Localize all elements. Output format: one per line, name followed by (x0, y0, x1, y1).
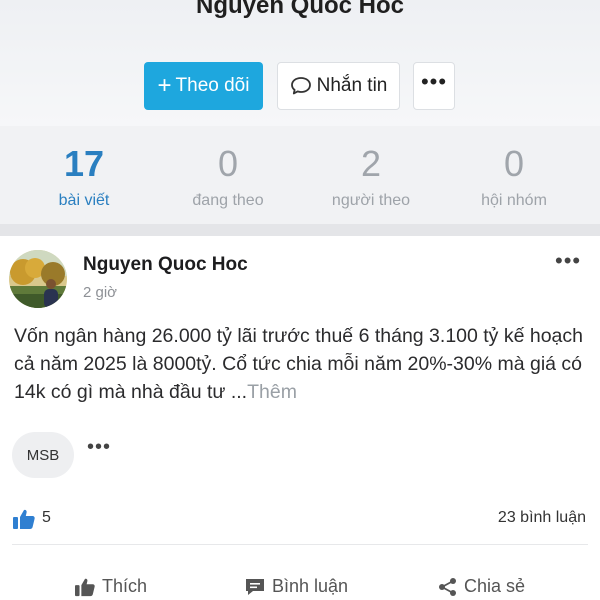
message-label: Nhắn tin (316, 75, 388, 96)
follow-button[interactable]: + Theo dõi (144, 62, 263, 110)
follow-label: Theo dõi (175, 75, 250, 96)
read-more-link[interactable]: Thêm (247, 381, 297, 403)
post-action-bar: Thích Bình luận Chia sẻ (0, 572, 600, 600)
engagement-row: 5 23 bình luận (0, 504, 600, 534)
stat-label: bài viết (58, 192, 110, 209)
post-time: 2 giờ (83, 284, 118, 301)
stat-followers[interactable]: 2 người theo (296, 144, 446, 210)
stat-value: 0 (503, 143, 525, 184)
profile-header: Nguyen Quoc Hoc + Theo dõi Nhắn tin ••• (0, 0, 600, 126)
tag-more-button[interactable]: ••• (87, 436, 111, 459)
comment-count[interactable]: 23 bình luận (498, 509, 586, 527)
stat-value: 2 (360, 143, 382, 184)
stat-posts[interactable]: 17 bài viết (9, 144, 159, 210)
like-button[interactable]: Thích (74, 576, 147, 597)
stat-following[interactable]: 0 đang theo (153, 144, 303, 210)
profile-name: Nguyen Quoc Hoc (195, 0, 405, 19)
stat-value: 17 (63, 143, 105, 184)
section-divider (0, 224, 600, 236)
thumbs-up-icon (75, 578, 95, 596)
stock-tag[interactable]: MSB (12, 432, 74, 478)
stat-label: hội nhóm (481, 192, 547, 209)
post-content: Vốn ngân hàng 26.000 tỷ lãi trước thuế 6… (14, 322, 590, 406)
share-icon (439, 577, 456, 596)
stat-label: đang theo (192, 192, 264, 209)
post-divider (12, 544, 588, 545)
comment-icon (246, 578, 264, 595)
plus-icon: + (157, 72, 172, 99)
avatar[interactable] (9, 250, 67, 308)
message-button[interactable]: Nhắn tin (277, 62, 400, 110)
profile-more-button[interactable]: ••• (413, 62, 455, 110)
ellipsis-icon: ••• (420, 69, 448, 94)
comment-label: Bình luận (272, 576, 349, 596)
thumbs-up-icon (13, 509, 35, 529)
like-count[interactable]: 5 (42, 509, 51, 527)
post-author[interactable]: Nguyen Quoc Hoc (83, 254, 248, 276)
like-label: Thích (102, 576, 148, 596)
share-label: Chia sẻ (464, 576, 526, 596)
post-card: Nguyen Quoc Hoc 2 giờ ••• Vốn ngân hàng … (0, 236, 600, 600)
stat-groups[interactable]: 0 hội nhóm (439, 144, 589, 210)
stat-label: người theo (331, 192, 411, 209)
profile-stats: 17 bài viết 0 đang theo 2 người theo 0 h… (0, 126, 600, 226)
share-button[interactable]: Chia sẻ (438, 576, 525, 597)
profile-actions: + Theo dõi Nhắn tin ••• (0, 62, 600, 110)
comment-button[interactable]: Bình luận (244, 576, 348, 597)
stat-value: 0 (217, 143, 239, 184)
post-text: Vốn ngân hàng 26.000 tỷ lãi trước thuế 6… (14, 325, 583, 403)
post-more-button[interactable]: ••• (555, 248, 581, 274)
chat-bubble-icon (290, 77, 311, 95)
